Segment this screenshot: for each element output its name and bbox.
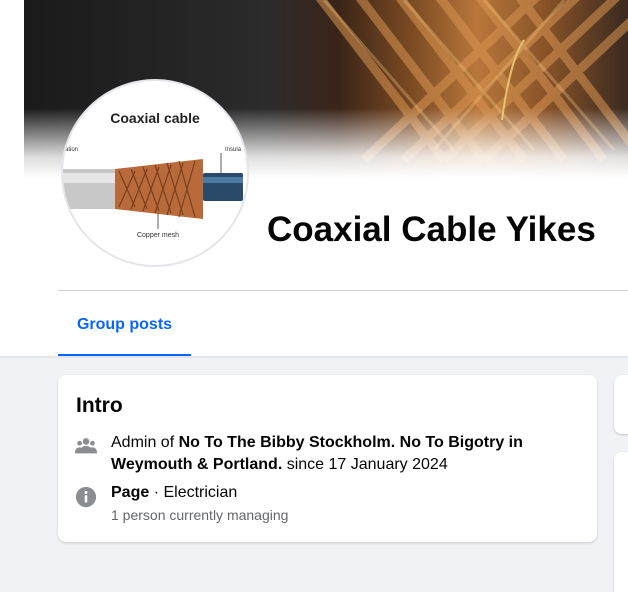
page-category: · Electrician — [149, 484, 238, 501]
intro-title: Intro — [76, 394, 123, 417]
managing-count: 1 person currently managing — [111, 507, 289, 523]
intro-card: Intro Admin of No To The Bibby Stockholm… — [58, 375, 597, 542]
page-label: Page — [111, 484, 150, 501]
tab-label: Group posts — [76, 316, 173, 333]
header-divider — [58, 290, 628, 291]
admin-since: since 17 January 2024 — [282, 456, 448, 473]
profile-avatar[interactable]: Coaxial cable ation Insula Copper mesh — [61, 79, 249, 267]
avatar-left-label: ation — [65, 147, 78, 153]
avatar-right-label: Insula — [225, 147, 242, 153]
admin-prefix: Admin of — [111, 434, 179, 451]
page-title: Coaxial Cable Yikes — [267, 210, 596, 249]
info-circle-icon — [75, 486, 97, 508]
people-group-icon — [75, 438, 97, 454]
avatar-bottom-label: Copper mesh — [137, 232, 179, 239]
page-category-line: Page · Electrician — [111, 484, 237, 502]
tabs-bottom-border — [0, 356, 628, 358]
side-card-bottom — [614, 452, 628, 592]
side-card-top — [614, 375, 628, 434]
avatar-heading: Coaxial cable — [110, 110, 200, 126]
tab-group-posts[interactable]: Group posts — [58, 306, 191, 357]
coaxial-cable-diagram: Coaxial cable ation Insula Copper mesh — [63, 110, 243, 239]
admin-of-text: Admin of No To The Bibby Stockholm. No T… — [111, 432, 581, 476]
